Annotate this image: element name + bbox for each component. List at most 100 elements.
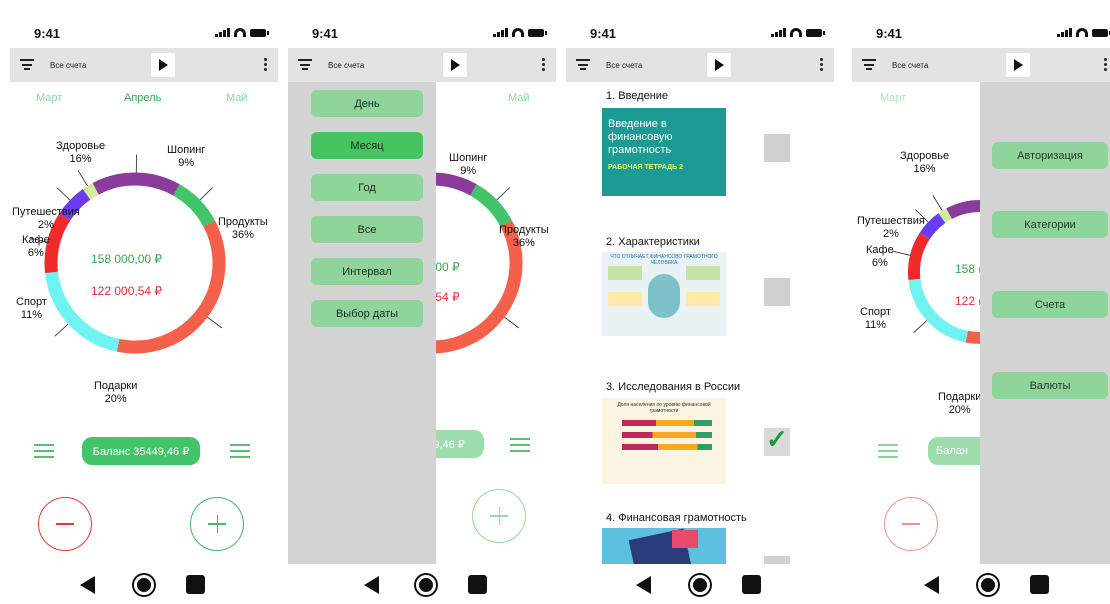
label-sport-name: Спорт (860, 306, 891, 318)
wifi-icon (790, 28, 802, 37)
leader-line-shopping (496, 187, 511, 201)
label-travel-name: Путешествия (857, 215, 925, 227)
left-menu-icon[interactable] (34, 444, 54, 458)
period-date-picker-button[interactable]: Выбор даты (311, 300, 423, 327)
label-products: Продукты 36% (499, 224, 549, 250)
recents-icon[interactable] (186, 575, 205, 594)
balance-badge[interactable]: Баланс 35449,46 ₽ (82, 437, 200, 465)
label-health-value: 16% (69, 153, 92, 165)
label-gifts-value: 20% (948, 404, 971, 416)
label-sport-name: Спорт (16, 296, 47, 308)
lesson-title-3[interactable]: 3. Исследования в России (606, 381, 740, 393)
screen-period-menu: 9:41 Все счета Май Шопинг 9% Продукты 36% … (288, 8, 556, 604)
left-menu-icon[interactable] (878, 444, 898, 458)
lesson-checkbox-3[interactable]: ✓ (764, 424, 790, 456)
lesson-title-1[interactable]: 1. Введение (606, 90, 668, 102)
thumb-2-block (608, 266, 642, 280)
label-cafe-value: 6% (871, 257, 888, 269)
leader-line-cafe (56, 187, 71, 201)
label-cafe-name: Кафе (866, 244, 894, 256)
donut-segment-travel (82, 183, 99, 200)
label-gifts-name: Подарки (938, 391, 982, 403)
label-health-name: Здоровье (900, 150, 950, 162)
lesson-thumb-1[interactable]: Введение в финансовую грамотность РАБОЧА… (602, 108, 726, 196)
expense-total: 122 000,54 ₽ (91, 284, 163, 298)
recents-icon[interactable] (742, 575, 761, 594)
nav-bar (566, 564, 834, 604)
add-income-button[interactable] (472, 489, 526, 543)
leader-line-travel (77, 170, 88, 187)
home-icon[interactable] (690, 575, 710, 595)
lesson-thumb-2[interactable]: ЧТО ОТЛИЧАЕТ ФИНАНСОВО ГРАМОТНОГО ЧЕЛОВЕ… (602, 252, 726, 336)
lesson-title-4[interactable]: 4. Финансовая грамотность (606, 512, 747, 524)
status-icons (771, 28, 825, 37)
nav-bar (288, 564, 556, 604)
period-year-button[interactable]: Год (311, 174, 423, 201)
filter-icon[interactable] (576, 59, 590, 70)
period-month-button[interactable]: Месяц (311, 132, 423, 159)
period-day-button[interactable]: День (311, 90, 423, 117)
leader-line-gifts (913, 320, 928, 333)
menu-currencies-button[interactable]: Валюты (992, 372, 1108, 399)
signal-icon (771, 28, 786, 37)
label-sport: Спорт 11% (860, 306, 891, 332)
leader-line-products (207, 316, 223, 329)
label-health-name: Здоровье (56, 140, 106, 152)
thumb-1-subtitle: РАБОЧАЯ ТЕТРАДЬ 2 (608, 164, 683, 171)
label-health: Здоровье 16% (900, 150, 949, 176)
label-shopping-value: 9% (178, 157, 195, 169)
lesson-checkbox-2[interactable] (764, 278, 790, 306)
add-expense-button[interactable] (884, 497, 938, 551)
more-icon[interactable] (820, 58, 824, 73)
label-health: Здоровье 16% (56, 140, 105, 166)
thumb-1-title: Введение в финансовую грамотность (608, 118, 673, 156)
lesson-thumb-3[interactable]: Доля населения по уровню финансовой грам… (602, 398, 726, 484)
thumb-2-figure (648, 274, 680, 318)
lesson-title-2[interactable]: 2. Характеристики (606, 236, 700, 248)
back-icon[interactable] (924, 576, 939, 594)
menu-categories-button[interactable]: Категории (992, 211, 1108, 238)
label-travel-value: 2% (882, 228, 899, 240)
add-expense-button[interactable] (38, 497, 92, 551)
right-menu-icon[interactable] (230, 444, 250, 458)
expense-total: 122 ( (955, 294, 983, 308)
back-icon[interactable] (364, 576, 379, 594)
status-time: 9:41 (590, 26, 617, 41)
right-menu-icon[interactable] (510, 438, 530, 452)
home-icon[interactable] (416, 575, 436, 595)
add-income-button[interactable] (190, 497, 244, 551)
nav-bar (10, 564, 278, 604)
home-icon[interactable] (134, 575, 154, 595)
menu-auth-button[interactable]: Авторизация (992, 142, 1108, 169)
label-travel-name: Путешествия (12, 206, 80, 218)
recents-icon[interactable] (468, 575, 487, 594)
thumb-2-block (608, 292, 642, 306)
label-shopping: Шопинг 9% (167, 144, 205, 170)
label-travel-value: 2% (37, 219, 54, 231)
label-cafe: Кафе 6% (22, 234, 50, 260)
home-icon[interactable] (978, 575, 998, 595)
donut-segment-shopping (173, 184, 215, 227)
recents-icon[interactable] (1030, 575, 1049, 594)
label-sport: Спорт 11% (16, 296, 47, 322)
nav-bar (852, 564, 1110, 604)
thumb-3-title: Доля населения по уровню финансовой грам… (617, 402, 711, 414)
leader-line-gifts (54, 323, 69, 337)
donut-segment-health (92, 172, 180, 196)
accounts-label[interactable]: Все счета (606, 61, 642, 70)
menu-accounts-button[interactable]: Счета (992, 291, 1108, 318)
thumb-2-block (686, 266, 720, 280)
balance-badge[interactable]: Балан (928, 437, 988, 465)
leader-line-sport (892, 250, 911, 256)
label-products-name: Продукты (499, 224, 549, 236)
back-icon[interactable] (636, 576, 651, 594)
income-total: 158 ( (955, 262, 983, 276)
play-button[interactable] (707, 53, 731, 77)
thumb-2-block (686, 292, 720, 306)
period-interval-button[interactable]: Интервал (311, 258, 423, 285)
back-icon[interactable] (80, 576, 95, 594)
label-shopping-name: Шопинг (449, 152, 488, 164)
period-all-button[interactable]: Все (311, 216, 423, 243)
income-total: ,00 ₽ (432, 260, 460, 274)
lesson-checkbox-1[interactable] (764, 134, 790, 162)
